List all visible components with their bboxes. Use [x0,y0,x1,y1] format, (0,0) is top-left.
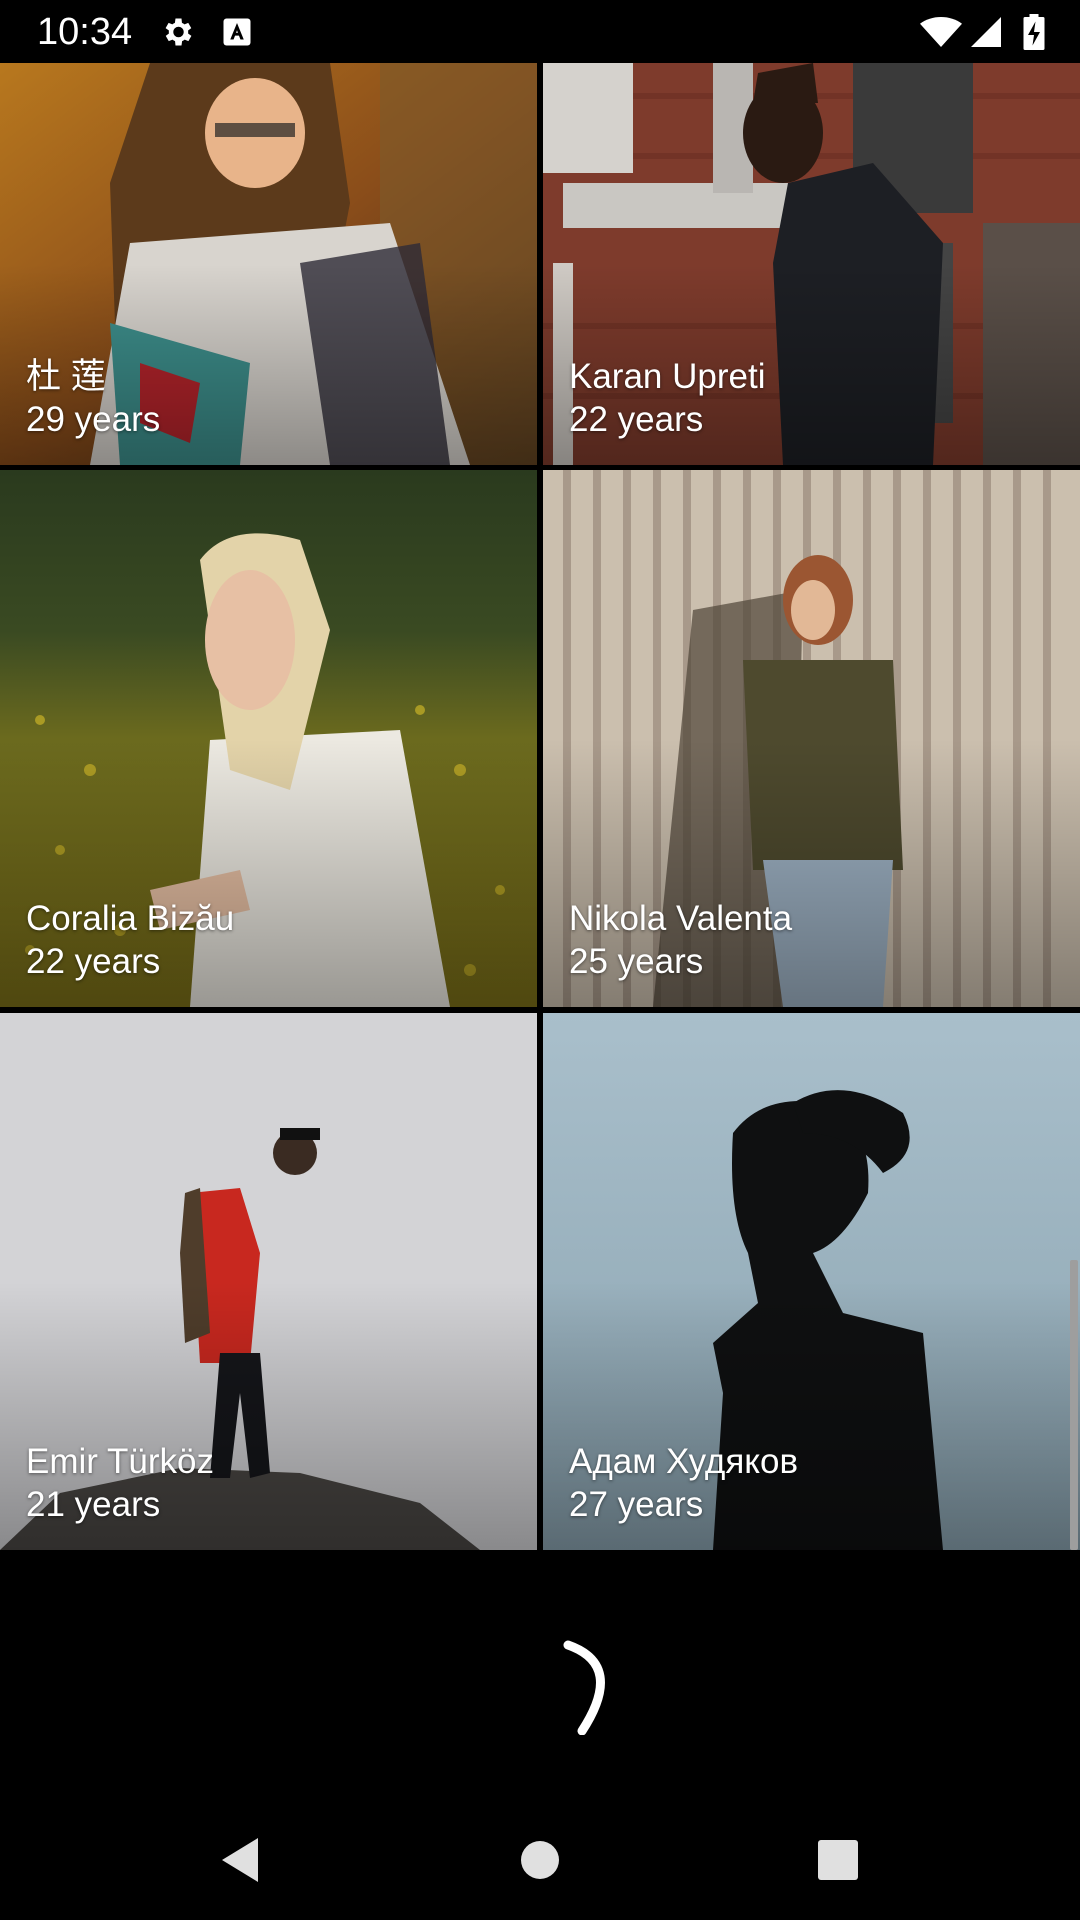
profile-caption: Адам Худяков 27 years [569,1440,798,1526]
profile-card[interactable]: Адам Худяков 27 years [543,1013,1080,1550]
home-icon[interactable] [510,1830,570,1890]
wifi-icon [920,17,962,47]
profile-card[interactable]: Coralia Bizău 22 years [0,470,537,1007]
profile-name: 杜 莲 [26,357,106,396]
profile-name: Coralia Bizău [26,899,235,938]
loading-spinner-icon [563,1640,605,1735]
profile-card[interactable]: Karan Upreti 22 years [543,63,1080,465]
status-time: 10:34 [37,11,133,53]
profile-caption: 杜 莲 29 years [26,355,160,441]
back-icon[interactable] [210,1830,270,1890]
profile-name: Адам Худяков [569,1442,799,1481]
profile-age: 25 years [569,942,704,981]
profile-card[interactable]: Emir Türköz 21 years [0,1013,537,1550]
status-bar: 10:34 [0,0,1080,63]
battery-charging-icon [1023,14,1045,50]
profile-caption: Coralia Bizău 22 years [26,897,234,983]
recents-icon[interactable] [808,1830,868,1890]
profile-age: 22 years [26,942,161,981]
profile-age: 27 years [569,1485,704,1524]
profile-name: Nikola Valenta [569,899,793,938]
profile-name: Emir Türköz [26,1442,214,1481]
profile-card[interactable]: 杜 莲 29 years [0,63,537,465]
scrollbar-thumb[interactable] [1070,1260,1078,1550]
profile-name: Karan Upreti [569,357,766,396]
profile-card[interactable]: Nikola Valenta 25 years [543,470,1080,1007]
profile-caption: Emir Türköz 21 years [26,1440,214,1526]
profile-caption: Karan Upreti 22 years [569,355,765,441]
text-a-icon [223,18,251,46]
gear-icon [165,18,192,46]
profile-caption: Nikola Valenta 25 years [569,897,792,983]
signal-icon [971,17,1001,47]
profile-age: 21 years [26,1485,161,1524]
profile-age: 22 years [569,400,704,439]
profile-age: 29 years [26,400,161,439]
